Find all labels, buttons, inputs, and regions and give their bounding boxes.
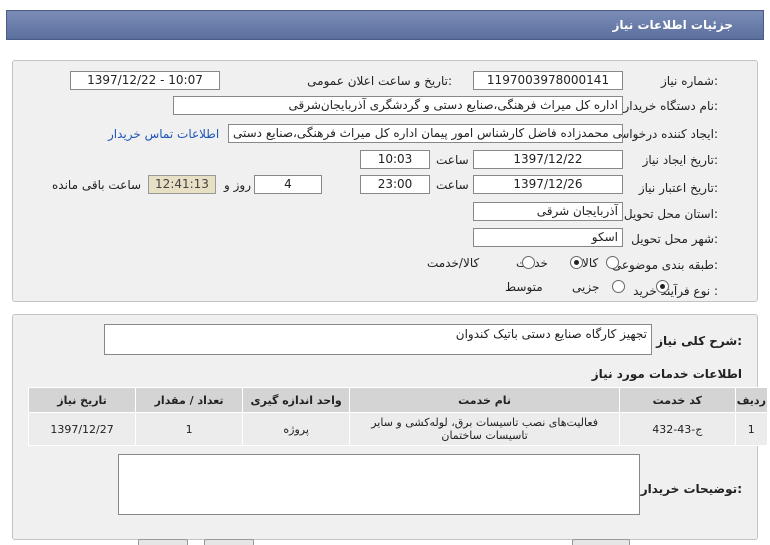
col-quantity: تعداد / مقدار	[135, 387, 244, 413]
table-row[interactable]: 1397/12/27 1 پروژه فعالیت‌های نصب تاسیسا…	[27, 412, 769, 446]
requester-label: ایجاد کننده درخواست:	[607, 127, 718, 141]
summary-field[interactable]: تجهیز کارگاه صنایع دستی باتیک کندوان	[104, 324, 652, 355]
cell-row: 1	[734, 412, 769, 446]
services-table-header: تاریخ نیاز تعداد / مقدار واحد اندازه گیر…	[27, 387, 769, 413]
province-field[interactable]: آذربایجان شرقی	[473, 202, 623, 221]
city-label: شهر محل تحویل:	[631, 232, 718, 246]
services-title: اطلاعات خدمات مورد نیاز	[591, 367, 742, 381]
page-header: جزئیات اطلاعات نیاز	[6, 10, 764, 40]
requester-field[interactable]: علی محمدزاده فاضل کارشناس امور پیمان ادا…	[228, 124, 623, 143]
valid-date-field[interactable]: 1397/12/26	[473, 175, 623, 194]
buyer-notes-label: توضیحات خریدار:	[640, 482, 742, 496]
footer-button-1[interactable]	[138, 539, 188, 545]
page-title: جزئیات اطلاعات نیاز	[612, 18, 733, 32]
footer-button-3[interactable]	[572, 539, 630, 545]
process-option-medium: متوسط	[505, 280, 543, 294]
cell-unit: پروژه	[242, 412, 351, 446]
remaining-label: ساعت باقی مانده	[52, 178, 142, 192]
cell-need-date: 1397/12/27	[27, 412, 137, 446]
col-row: ردیف	[734, 387, 769, 413]
category-radio-goods-service[interactable]	[521, 256, 535, 269]
category-label: طبقه بندی موضوعی:	[611, 258, 718, 272]
announce-datetime-field[interactable]: 1397/12/22 - 10:07	[70, 71, 220, 90]
created-time-field[interactable]: 10:03	[360, 150, 430, 169]
valid-date-label: تاریخ اعتبار نیاز:	[638, 181, 718, 195]
need-number-field[interactable]: 1197003978000141	[473, 71, 623, 90]
valid-time-field[interactable]: 23:00	[360, 175, 430, 194]
process-option-minor: جزیی	[572, 280, 600, 294]
cell-service-name: فعالیت‌های نصب تاسیسات برق، لوله‌کشی و س…	[349, 412, 620, 446]
category-option-goods-service: کالا/خدمت	[427, 256, 480, 270]
category-option-goods: کالا	[582, 256, 599, 270]
created-time-label: ساعت	[436, 153, 469, 167]
province-label: استان محل تحویل:	[623, 207, 718, 221]
announce-datetime-label: تاریخ و ساعت اعلان عمومی:	[307, 74, 452, 88]
buyer-contact-link[interactable]: اطلاعات تماس خریدار	[108, 127, 219, 141]
days-label: روز و	[224, 178, 251, 192]
buyer-notes-field[interactable]	[118, 454, 640, 515]
col-service-name: نام خدمت	[349, 387, 620, 413]
cell-service-code: ج-43-432	[618, 412, 736, 446]
col-unit: واحد اندازه گیری	[242, 387, 351, 413]
col-need-date: تاریخ نیاز	[27, 387, 137, 413]
created-date-field[interactable]: 1397/12/22	[473, 150, 623, 169]
category-radio-goods[interactable]	[606, 256, 619, 269]
created-date-label: تاریخ ایجاد نیاز:	[642, 153, 718, 167]
valid-time-label: ساعت	[436, 178, 469, 192]
buyer-org-field[interactable]: اداره کل میراث فرهنگی،صنایع دستی و گردشگ…	[173, 96, 623, 115]
col-service-code: کد خدمت	[618, 387, 736, 413]
city-field[interactable]: اسکو	[473, 228, 623, 247]
category-radio-service[interactable]	[569, 256, 583, 269]
footer-button-2[interactable]	[204, 539, 254, 545]
buyer-org-label: نام دستگاه خریدار:	[623, 99, 719, 113]
summary-label: شرح کلی نیاز:	[656, 334, 742, 348]
remaining-days-field[interactable]: 4	[254, 175, 322, 194]
process-label: نوع فرآیند خرید :	[633, 284, 718, 298]
need-number-label: شماره نیاز:	[660, 74, 718, 88]
services-table: تاریخ نیاز تعداد / مقدار واحد اندازه گیر…	[27, 387, 769, 446]
remaining-time-field: 12:41:13	[148, 175, 216, 194]
cell-quantity: 1	[135, 412, 244, 446]
